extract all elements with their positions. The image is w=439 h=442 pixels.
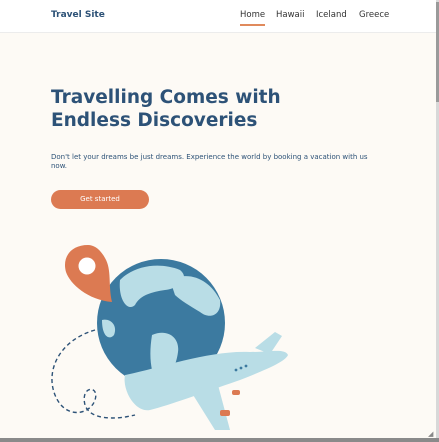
hero-subtitle: Don't let your dreams be just dreams. Ex… — [51, 153, 368, 170]
resize-grip-icon[interactable]: ◢ — [428, 430, 436, 438]
nav-link-iceland[interactable]: Iceland — [316, 10, 347, 20]
nav-link-home[interactable]: Home — [240, 10, 265, 20]
nav-link-hawaii[interactable]: Hawaii — [276, 10, 304, 20]
nav-link-greece[interactable]: Greece — [359, 10, 389, 20]
travel-illustration — [51, 245, 288, 430]
browser-viewport: Travel Site Home Hawaii Iceland Greece T… — [0, 0, 437, 438]
hero-title-line-1: Travelling Comes with — [51, 87, 281, 108]
navbar: Travel Site Home Hawaii Iceland Greece — [0, 0, 436, 33]
get-started-button[interactable]: Get started — [51, 190, 149, 209]
hero-title: Travelling Comes with Endless Discoverie… — [51, 86, 311, 132]
map-pin-icon — [64, 245, 112, 302]
active-nav-underline — [240, 24, 265, 26]
hero-title-line-2: Endless Discoveries — [51, 110, 258, 131]
site-logo[interactable]: Travel Site — [51, 10, 105, 20]
